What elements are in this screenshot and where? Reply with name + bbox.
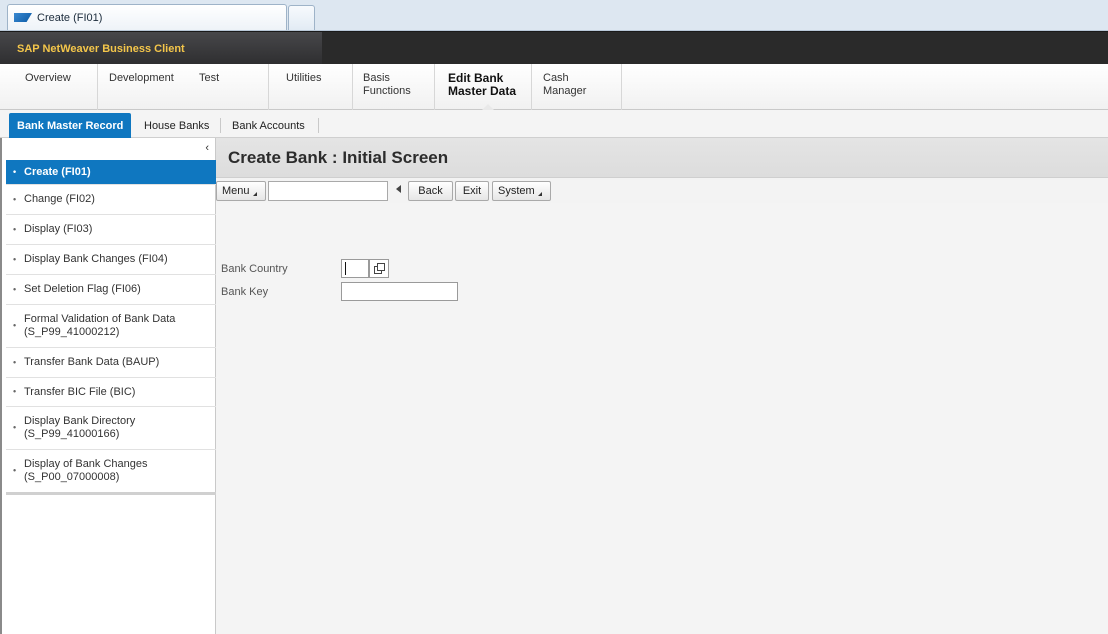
nav-item-display-fi03[interactable]: Display (FI03): [6, 215, 216, 245]
launchpad-item-label: Utilities: [286, 72, 322, 84]
nav-item-set-deletion-flag-fi06[interactable]: Set Deletion Flag (FI06): [6, 275, 216, 305]
menu-dropdown-icon: [252, 192, 257, 196]
launchpad-item-cash-manager[interactable]: Cash Manager: [543, 72, 586, 104]
launchpad-separator: [97, 64, 98, 110]
launchpad-separator: [621, 64, 622, 110]
nav-item-label: Display Bank Changes (FI04): [24, 253, 168, 265]
nav-item-label: Display (FI03): [24, 223, 93, 235]
launchpad-item-utilities[interactable]: Utilities: [286, 72, 321, 104]
menu-dropdown-icon: [537, 192, 542, 196]
tab-bank-accounts[interactable]: Bank Accounts: [224, 113, 313, 138]
tab-separator: [220, 118, 221, 133]
nav-item-display-bank-directory[interactable]: Display Bank Directory (S_P99_41000166): [6, 407, 216, 450]
content-area: Create Bank : Initial Screen Menu Back E…: [216, 138, 1108, 634]
title-bar-fill: [322, 32, 1108, 65]
launchpad-separator: [352, 64, 353, 110]
launchpad-separator: [434, 64, 435, 110]
work-center-tabs: Bank Master Record House Banks Bank Acco…: [0, 110, 1108, 138]
window-tabstrip: Create (FI01): [0, 0, 1108, 31]
page-title: Create Bank : Initial Screen: [228, 148, 449, 167]
launchpad-item-label: Manager: [543, 85, 587, 97]
launchpad-item-development[interactable]: Development: [109, 72, 174, 104]
bank-country-label: Bank Country: [221, 263, 288, 275]
tab-house-banks[interactable]: House Banks: [136, 113, 217, 138]
navigation-panel: ‹ Create (FI01) Change (FI02) Display (F…: [0, 138, 216, 634]
nav-item-formal-validation-bank-data[interactable]: Formal Validation of Bank Data (S_P99_41…: [6, 305, 216, 348]
screen-header: Create Bank : Initial Screen Menu Back E…: [216, 138, 1108, 203]
text-cursor: [345, 262, 346, 275]
title-bar: SAP NetWeaver Business Client: [0, 31, 1108, 65]
launchpad-item-label: Test: [199, 72, 220, 84]
system-button[interactable]: System: [492, 181, 551, 201]
value-help-icon: [373, 263, 385, 274]
nav-item-label: Transfer BIC File (BIC): [24, 385, 136, 398]
launchpad-item-label: Basis: [363, 72, 390, 84]
command-field[interactable]: [268, 181, 388, 201]
nav-item-label: (S_P00_07000008): [24, 471, 120, 483]
tab-label: House Banks: [144, 119, 210, 132]
nav-item-create-fi01[interactable]: Create (FI01): [6, 160, 216, 185]
new-tab-button[interactable]: [288, 5, 315, 30]
back-arrow-icon[interactable]: [396, 185, 401, 193]
launchpad-item-edit-bank-master-data[interactable]: Edit Bank Master Data: [448, 72, 516, 104]
menu-button-label: Menu: [222, 185, 250, 197]
launchpad-item-overview[interactable]: Overview: [25, 72, 71, 104]
nav-item-label: Display Bank Directory: [24, 415, 136, 427]
menu-button[interactable]: Menu: [216, 181, 266, 201]
nav-item-label: Transfer Bank Data (BAUP): [24, 356, 160, 368]
nav-item-label: Set Deletion Flag (FI06): [24, 283, 141, 295]
window-tab-create-fi01[interactable]: Create (FI01): [7, 4, 287, 30]
launchpad-item-label: Master Data: [448, 84, 517, 98]
nav-item-label: Display of Bank Changes: [24, 458, 148, 470]
value-help-button[interactable]: [369, 259, 389, 278]
nav-item-change-fi02[interactable]: Change (FI02): [6, 185, 216, 215]
exit-button-label: Exit: [462, 185, 482, 197]
launchpad-bar: Overview Development Test Utilities Basi…: [0, 64, 1108, 110]
system-button-label: System: [498, 185, 535, 197]
launchpad-item-label: Development: [109, 72, 174, 84]
brand-title: SAP NetWeaver Business Client: [0, 32, 322, 65]
launchpad-item-label: Cash: [543, 72, 569, 84]
tab-label: Bank Accounts: [232, 119, 305, 132]
nav-item-display-bank-changes-fi04[interactable]: Display Bank Changes (FI04): [6, 245, 216, 275]
window-tab-title: Create (FI01): [37, 11, 103, 24]
bank-key-label: Bank Key: [221, 286, 269, 298]
nav-item-text: Formal Validation of Bank Data (S_P99_41…: [24, 313, 175, 339]
nav-item-label: Change (FI02): [24, 193, 95, 205]
application-toolbar: Menu Back Exit System: [216, 177, 1108, 203]
back-button-label: Back: [418, 185, 443, 197]
nav-item-transfer-bank-data-baup[interactable]: Transfer Bank Data (BAUP): [6, 348, 216, 378]
launchpad-separator: [531, 64, 532, 110]
nav-item-label: Create (FI01): [24, 165, 91, 178]
tab-bank-master-record[interactable]: Bank Master Record: [9, 113, 132, 138]
launchpad-item-test[interactable]: Test: [199, 72, 219, 104]
nav-item-label: (S_P99_41000212): [24, 326, 120, 338]
nav-item-text: Display of Bank Changes (S_P00_07000008): [24, 458, 148, 484]
bank-key-field[interactable]: [341, 282, 458, 301]
navigation-list: Create (FI01) Change (FI02) Display (FI0…: [6, 160, 216, 495]
nav-item-display-of-bank-changes[interactable]: Display of Bank Changes (S_P00_07000008): [6, 450, 216, 492]
launchpad-separator: [268, 64, 269, 110]
tab-separator: [318, 118, 319, 133]
launchpad-item-label: Overview: [25, 72, 71, 84]
nav-item-text: Display Bank Directory (S_P99_41000166): [24, 415, 135, 441]
nav-item-label: (S_P99_41000166): [24, 428, 120, 440]
exit-button[interactable]: Exit: [455, 181, 489, 201]
launchpad-item-basis-functions[interactable]: Basis Functions: [363, 72, 411, 104]
nav-item-label: Formal Validation of Bank Data: [24, 313, 176, 325]
selection-form: Bank Country Bank Key: [216, 203, 1108, 634]
sap-logo-icon: [14, 13, 32, 22]
tab-label: Bank Master Record: [17, 119, 124, 132]
nav-item-transfer-bic-file[interactable]: Transfer BIC File (BIC): [6, 378, 216, 407]
bank-country-field[interactable]: [341, 259, 369, 278]
chevron-left-icon[interactable]: ‹: [205, 142, 209, 154]
launchpad-item-label: Functions: [363, 85, 411, 97]
back-button[interactable]: Back: [408, 181, 453, 201]
